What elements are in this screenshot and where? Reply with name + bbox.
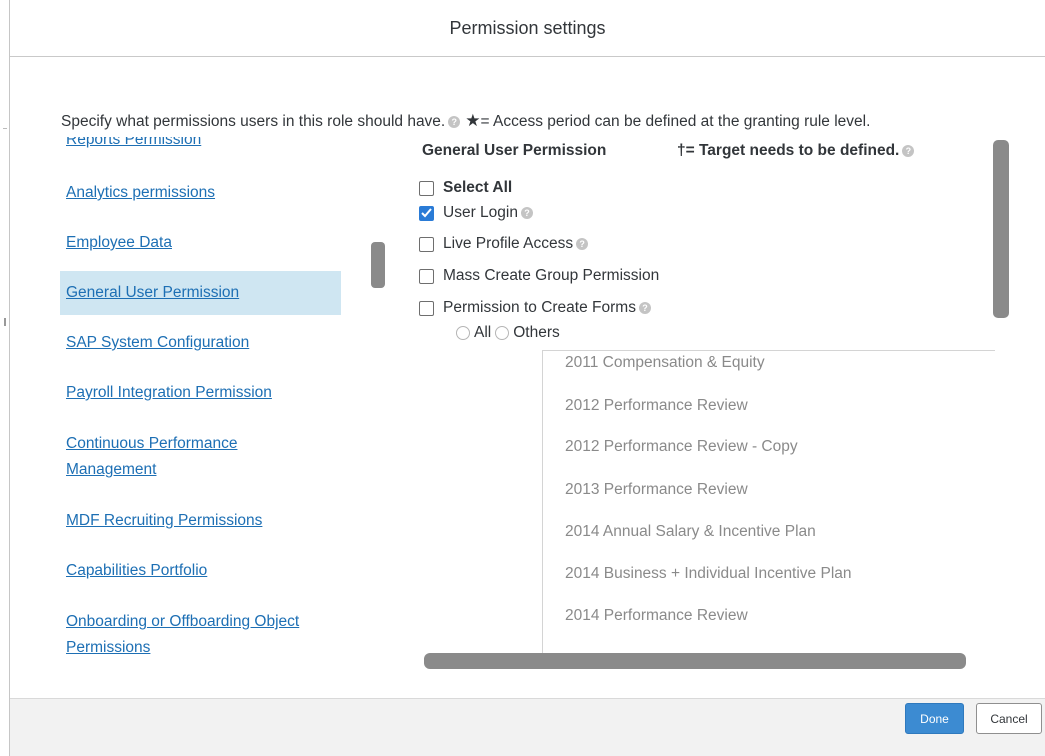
checkmark-icon xyxy=(421,208,432,218)
radio-label-others: Others xyxy=(513,324,560,341)
list-item[interactable]: 2014 Annual Salary & Incentive Plan xyxy=(565,523,816,541)
radio-all[interactable] xyxy=(456,326,470,340)
nav-item-sap-system-configuration[interactable]: SAP System Configuration xyxy=(60,331,341,355)
permission-mass-create-group[interactable]: Mass Create Group Permission xyxy=(419,267,659,285)
permission-label: Select All xyxy=(443,179,513,196)
nav-item-general-user-permission[interactable]: General User Permission xyxy=(60,271,341,315)
horizontal-scrollbar-thumb[interactable] xyxy=(424,653,966,669)
target-note-text: †= Target needs to be defined. xyxy=(677,142,900,159)
mass-create-group-checkbox[interactable] xyxy=(419,268,434,284)
permission-label: Permission to Create Forms xyxy=(443,299,636,316)
dialog-title: Permission settings xyxy=(449,17,606,38)
permission-label: Live Profile Access xyxy=(443,235,574,252)
help-icon[interactable]: ? xyxy=(902,144,915,157)
list-item[interactable]: 2014 Business + Individual Incentive Pla… xyxy=(565,565,852,583)
nav-item-employee-data[interactable]: Employee Data xyxy=(60,231,341,255)
create-forms-checkbox[interactable] xyxy=(419,300,434,316)
dialog-header: Permission settings xyxy=(10,0,1045,57)
edge-tick xyxy=(4,318,6,326)
list-item[interactable]: 2012 Performance Review xyxy=(565,397,748,415)
nav-item-onboarding-offboarding-object-permissions[interactable]: Onboarding or Offboarding Object Permiss… xyxy=(60,609,350,661)
forms-scope-radio-group: All Others xyxy=(452,324,560,342)
help-icon[interactable]: ? xyxy=(520,207,533,219)
intro-instruction: Specify what permissions users in this r… xyxy=(61,113,446,130)
permission-create-forms[interactable]: Permission to Create Forms? xyxy=(419,299,651,317)
star-icon: ★ xyxy=(465,111,481,130)
nav-item-capabilities-portfolio[interactable]: Capabilities Portfolio xyxy=(60,559,341,583)
permission-user-login[interactable]: User Login? xyxy=(419,204,533,222)
permission-label: User Login xyxy=(443,204,518,221)
panel-heading: General User Permission xyxy=(422,142,607,159)
nav-scrollbar-thumb[interactable] xyxy=(371,242,385,288)
permission-category-nav: Reports Permission Analytics permissions… xyxy=(60,137,360,669)
nav-item-analytics-permissions[interactable]: Analytics permissions xyxy=(60,181,341,205)
form-template-list: 2011 Compensation & Equity 2012 Performa… xyxy=(542,350,995,654)
list-item[interactable]: 2011 Compensation & Equity xyxy=(565,354,765,372)
window-left-edge xyxy=(0,0,10,756)
select-all-checkbox[interactable] xyxy=(419,180,434,196)
nav-item-continuous-performance-management[interactable]: Continuous Performance Management xyxy=(60,431,290,483)
permission-live-profile-access[interactable]: Live Profile Access? xyxy=(419,235,589,253)
dialog-footer: Done Cancel xyxy=(10,698,1045,756)
list-item[interactable]: 2013 Performance Review xyxy=(565,481,748,499)
intro-legend: = Access period can be defined at the gr… xyxy=(480,113,871,130)
radio-others[interactable] xyxy=(495,326,510,340)
radio-label-all: All xyxy=(474,324,492,341)
live-profile-access-checkbox[interactable] xyxy=(419,236,434,252)
nav-item-reports-permission[interactable]: Reports Permission xyxy=(60,137,341,152)
nav-item-mdf-recruiting-permissions[interactable]: MDF Recruiting Permissions xyxy=(60,509,341,533)
permission-label: Mass Create Group Permission xyxy=(443,267,660,284)
list-item[interactable]: 2014 Performance Review xyxy=(565,607,748,625)
target-note: †= Target needs to be defined.? xyxy=(677,142,915,160)
list-item[interactable]: 2012 Performance Review - Copy xyxy=(565,438,798,456)
help-icon[interactable]: ? xyxy=(638,302,651,314)
permission-settings-dialog: Permission settings Specify what permiss… xyxy=(10,0,1045,756)
cancel-button[interactable]: Cancel xyxy=(976,703,1042,734)
intro-text: Specify what permissions users in this r… xyxy=(61,111,870,131)
user-login-checkbox[interactable] xyxy=(419,205,434,221)
help-icon[interactable]: ? xyxy=(576,238,589,250)
permission-select-all[interactable]: Select All xyxy=(419,179,512,197)
panel-scrollbar-thumb[interactable] xyxy=(993,140,1009,318)
done-button[interactable]: Done xyxy=(905,703,964,734)
help-icon[interactable]: ? xyxy=(448,115,461,128)
nav-item-payroll-integration-permission[interactable]: Payroll Integration Permission xyxy=(60,381,341,405)
edge-tick xyxy=(3,128,7,129)
